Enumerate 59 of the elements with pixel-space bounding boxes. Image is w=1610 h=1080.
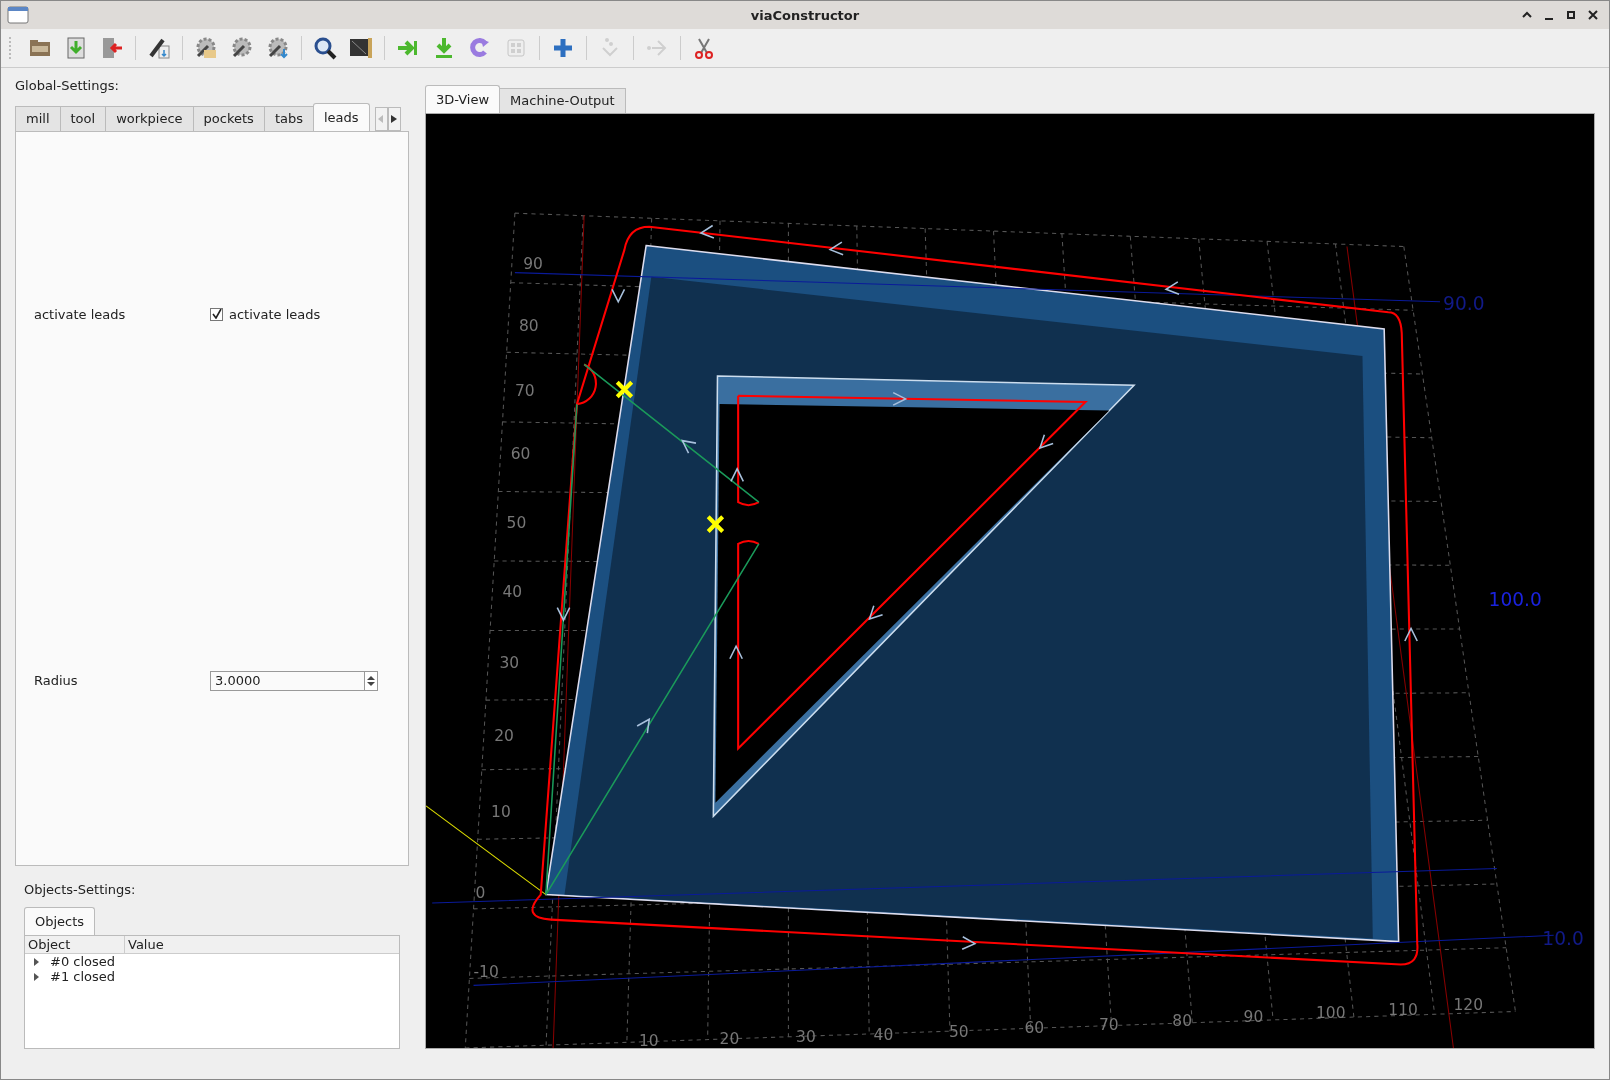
axis-label: 50 [506,514,527,533]
axis-label: 30 [796,1027,816,1046]
field-label: activate leads [34,306,127,322]
view-tab[interactable]: Machine-Output [499,88,626,113]
tree-item-label: #0 closed [50,954,116,969]
tree-item[interactable]: #0 closed [25,954,399,969]
window-icon [7,6,29,24]
toolbar-grip [9,37,14,59]
section-label: Global-Settings: [15,77,120,95]
axis-value-label: 90.0 [1443,293,1485,315]
axis-label: 90 [523,255,543,274]
spin-arrows-icon[interactable] [367,674,375,687]
axis-label: 20 [494,727,514,746]
settings-tab[interactable]: workpiece [105,106,194,131]
window-title: viaConstructor [749,7,861,23]
tree-item-label: #1 closed [50,969,116,984]
settings-tab[interactable]: mill [15,106,61,131]
checkbox-label: activate leads [229,306,321,322]
axis-label: 50 [949,1022,969,1041]
axis-label: 70 [1098,1016,1119,1035]
axis-label: 110 [1388,1000,1418,1019]
settings-tab[interactable]: pockets [192,106,265,131]
axis-label: 80 [519,317,539,336]
activate-leads-checkbox[interactable]: activate leads [210,306,321,322]
collapsed-caret-icon[interactable] [34,972,40,981]
axis-label: 30 [499,654,520,673]
axis-label: 40 [873,1025,894,1044]
axis-label: 0 [475,883,486,902]
axis-label: 60 [1024,1019,1045,1038]
axis-label: 70 [514,381,535,400]
spin-buttons[interactable] [364,670,378,691]
settings-tab[interactable]: tool [59,106,107,131]
axis-label: 10 [638,1031,659,1048]
axis-label: 60 [510,445,531,464]
close-icon[interactable] [1587,9,1599,21]
field-label: Radius [34,673,79,688]
axis-value-label: 100.0 [1488,588,1542,610]
tree-item[interactable]: #1 closed [25,969,399,984]
column-header[interactable]: Value [125,936,167,953]
checkbox[interactable] [210,307,223,321]
collapsed-caret-icon[interactable] [34,957,40,966]
axis-label: 80 [1172,1012,1192,1031]
view-tab[interactable]: 3D-View [425,85,501,113]
maximize-icon[interactable] [1565,9,1577,21]
radius-field[interactable]: 3.0000 [210,670,364,691]
section-label: Objects-Settings: [23,881,137,899]
axis-label: 20 [719,1029,740,1048]
settings-tab[interactable]: leads [313,103,370,131]
objects-tab[interactable]: Objects [24,907,96,935]
settings-tab[interactable]: tabs [263,106,314,131]
column-header[interactable]: Object [25,936,125,953]
axis-label: 90 [1243,1007,1264,1026]
axis-label: -10 [473,962,499,982]
axis-label: 100 [1315,1003,1346,1022]
axis-label: 40 [502,583,523,602]
axis-label: 120 [1453,996,1483,1015]
right-triangle-icon[interactable] [391,115,398,123]
axis-label: 10 [491,803,511,822]
axis-value-label: 10.0 [1542,927,1584,949]
